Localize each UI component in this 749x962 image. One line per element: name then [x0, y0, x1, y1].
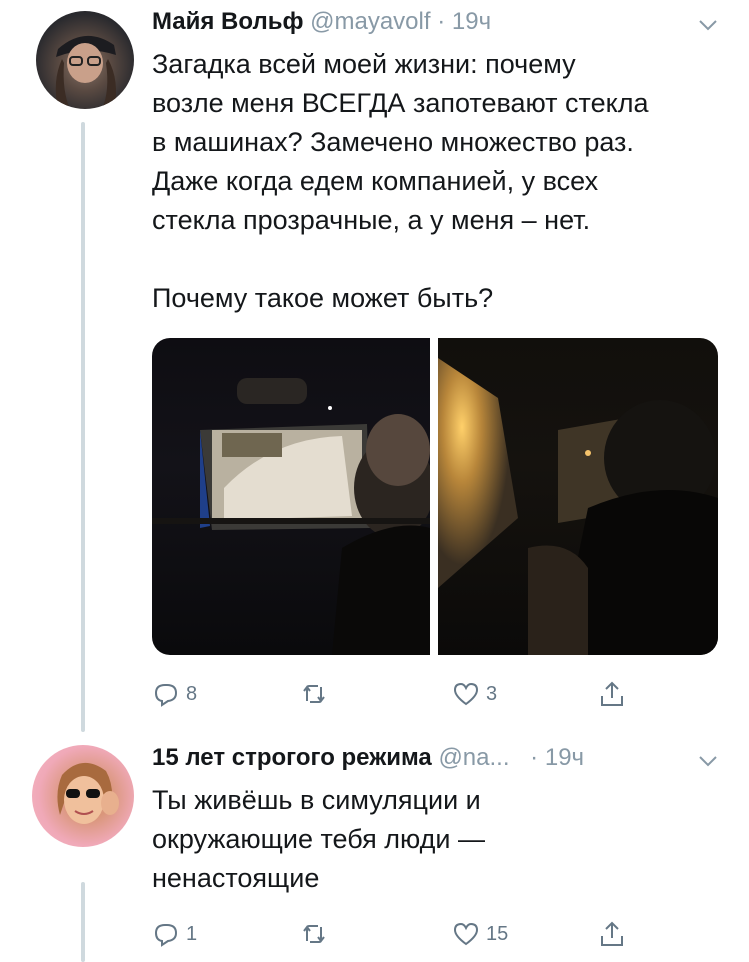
retweet-button[interactable]: [300, 674, 334, 714]
share-button[interactable]: [598, 914, 626, 954]
tweet-actions: 1 15: [152, 914, 652, 954]
like-button[interactable]: 15: [452, 914, 508, 954]
author-handle[interactable]: @na...: [438, 744, 509, 771]
chevron-down-icon[interactable]: [697, 14, 719, 36]
reply-count: 8: [186, 682, 198, 705]
tweet-time[interactable]: 19ч: [545, 744, 584, 771]
photo-car-interior-driver[interactable]: [152, 338, 434, 655]
tweet-text-line: в машинах? Замечено множество раз.: [152, 127, 634, 157]
chevron-down-icon[interactable]: [697, 750, 719, 772]
tweet-actions: 8 3: [152, 674, 652, 714]
share-button[interactable]: [598, 674, 626, 714]
share-icon: [601, 921, 623, 946]
tweet-text-line: окружающие тебя люди —: [152, 824, 486, 854]
author-name[interactable]: Майя Вольф: [152, 8, 303, 35]
tweet-text-line: ненастоящие: [152, 863, 320, 893]
thread-line: [81, 122, 85, 732]
thread-line: [81, 882, 85, 962]
like-count: 3: [486, 682, 498, 705]
tweet-header: Майя Вольф @mayavolf · 19ч: [152, 8, 491, 36]
reply-button[interactable]: 8: [152, 674, 197, 714]
media-grid[interactable]: [152, 338, 718, 655]
tweet-text-line: возле меня ВСЕГДА запотевают стекла: [152, 88, 649, 118]
separator-dot: ·: [437, 8, 446, 35]
photo-car-interior-window[interactable]: [438, 338, 718, 655]
reply-button[interactable]: 1: [152, 914, 197, 954]
like-count: 15: [486, 922, 509, 945]
author-name[interactable]: 15 лет строгого режима: [152, 744, 432, 771]
tweet-header: 15 лет строгого режима @na... · 19ч: [152, 744, 584, 772]
retweet-icon: [303, 925, 325, 943]
reply-icon: [154, 684, 178, 707]
reply-icon: [154, 924, 178, 947]
avatar[interactable]: [36, 11, 134, 109]
heart-icon: [453, 682, 479, 706]
avatar-image: [57, 762, 119, 824]
tweet[interactable]: 15 лет строгого режима @na... · 19ч Ты ж…: [0, 732, 749, 962]
tweet-text-line: Почему такое может быть?: [152, 283, 494, 313]
heart-icon: [453, 922, 479, 946]
share-icon: [601, 681, 623, 706]
like-button[interactable]: 3: [452, 674, 497, 714]
tweet-text-line: Ты живёшь в симуляции и: [152, 785, 481, 815]
retweet-button[interactable]: [300, 914, 334, 954]
tweet-text-line: Даже когда едем компанией, у всех: [152, 166, 599, 196]
tweet-text-line: стекла прозрачные, а у меня – нет.: [152, 205, 591, 235]
tweet[interactable]: Майя Вольф @mayavolf · 19ч Загадка всей …: [0, 0, 749, 732]
avatar[interactable]: [32, 745, 134, 847]
retweet-icon: [303, 685, 325, 703]
tweet-time[interactable]: 19ч: [452, 8, 491, 35]
reply-count: 1: [186, 922, 198, 945]
avatar-image: [55, 35, 116, 109]
tweet-text-line: Загадка всей моей жизни: почему: [152, 49, 576, 79]
author-handle[interactable]: @mayavolf: [310, 8, 430, 35]
separator-dot: ·: [530, 744, 539, 771]
photo-gap: [430, 338, 438, 655]
